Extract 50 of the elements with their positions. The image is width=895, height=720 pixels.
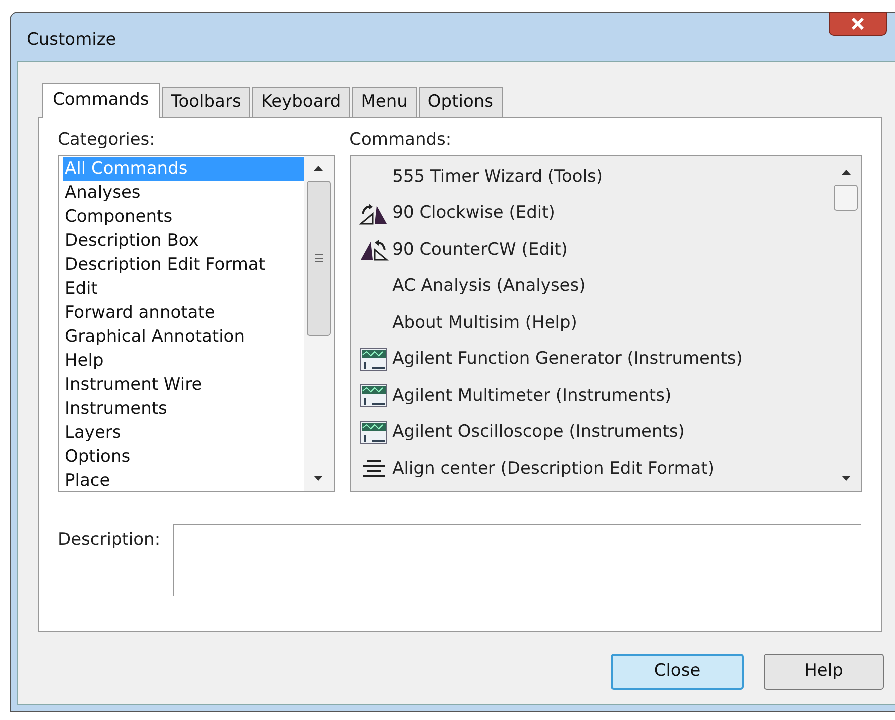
command-item[interactable]: 90 Clockwise (Edit) xyxy=(392,201,556,226)
scroll-up-icon xyxy=(842,170,850,175)
command-item[interactable]: AC Analysis (Analyses) xyxy=(392,274,586,300)
category-item[interactable]: Forward annotate xyxy=(63,301,304,325)
category-item[interactable]: Components xyxy=(63,205,304,229)
scroll-thumb[interactable] xyxy=(834,185,858,211)
category-item[interactable]: Instruments xyxy=(63,397,304,421)
scrollbar[interactable] xyxy=(304,156,334,491)
close-button[interactable] xyxy=(829,12,887,36)
tab[interactable]: Options xyxy=(418,87,503,117)
tab[interactable]: Commands xyxy=(42,83,160,118)
command-item[interactable]: Align center (Description Edit Format) xyxy=(392,456,715,482)
dialog-button[interactable]: Help xyxy=(764,654,884,690)
category-item[interactable]: Description Box xyxy=(63,229,304,253)
command-item[interactable]: 90 CounterCW (Edit) xyxy=(392,238,568,263)
command-item[interactable]: Agilent Oscilloscope (Instruments) xyxy=(392,420,685,446)
command-item[interactable]: Agilent Function Generator (Instruments) xyxy=(392,347,743,372)
category-item[interactable]: Layers xyxy=(63,421,304,445)
scroll-down-icon xyxy=(842,476,850,481)
tab[interactable]: Menu xyxy=(352,87,417,117)
close-icon xyxy=(851,18,865,30)
rotate-counterclockwise-icon xyxy=(358,238,389,262)
scroll-up-icon xyxy=(314,166,324,171)
category-item[interactable]: Edit xyxy=(63,277,304,301)
grip-icon xyxy=(314,254,323,263)
instrument-icon xyxy=(358,420,389,445)
commands-label: Commands: xyxy=(350,129,453,152)
scroll-down-icon xyxy=(314,476,324,481)
command-item[interactable]: About Multisim (Help) xyxy=(392,310,578,336)
categories-label: Categories: xyxy=(58,129,156,152)
category-item[interactable]: Description Edit Format xyxy=(63,253,304,277)
categories-list[interactable]: All Commands Analyses Components Description Box Description Edit Format Edit Forward annotate Graphical Annotation Help Instrument Wire Instruments Layers Options Place xyxy=(58,155,335,492)
tab[interactable]: Toolbars xyxy=(162,87,250,117)
instrument-icon xyxy=(358,348,389,372)
category-item[interactable]: Options xyxy=(63,445,304,469)
rotate-clockwise-icon xyxy=(358,202,389,226)
category-item[interactable]: Instrument Wire xyxy=(63,373,304,397)
tab[interactable]: Keyboard xyxy=(252,87,350,117)
commands-list[interactable] xyxy=(350,155,862,492)
scroll-thumb[interactable] xyxy=(306,181,331,336)
command-item[interactable]: Agilent Multimeter (Instruments) xyxy=(392,384,672,409)
category-item[interactable]: Place xyxy=(63,469,304,493)
instrument-icon xyxy=(358,384,389,408)
window-title: Customize xyxy=(27,29,116,52)
dialog-button[interactable]: Close xyxy=(611,654,744,690)
category-item[interactable]: Analyses xyxy=(63,181,304,205)
category-item[interactable]: Graphical Annotation xyxy=(63,325,304,349)
category-item[interactable]: Help xyxy=(63,349,304,373)
command-item[interactable]: 555 Timer Wizard (Tools) xyxy=(392,164,604,190)
description-label: Description: xyxy=(58,529,162,552)
